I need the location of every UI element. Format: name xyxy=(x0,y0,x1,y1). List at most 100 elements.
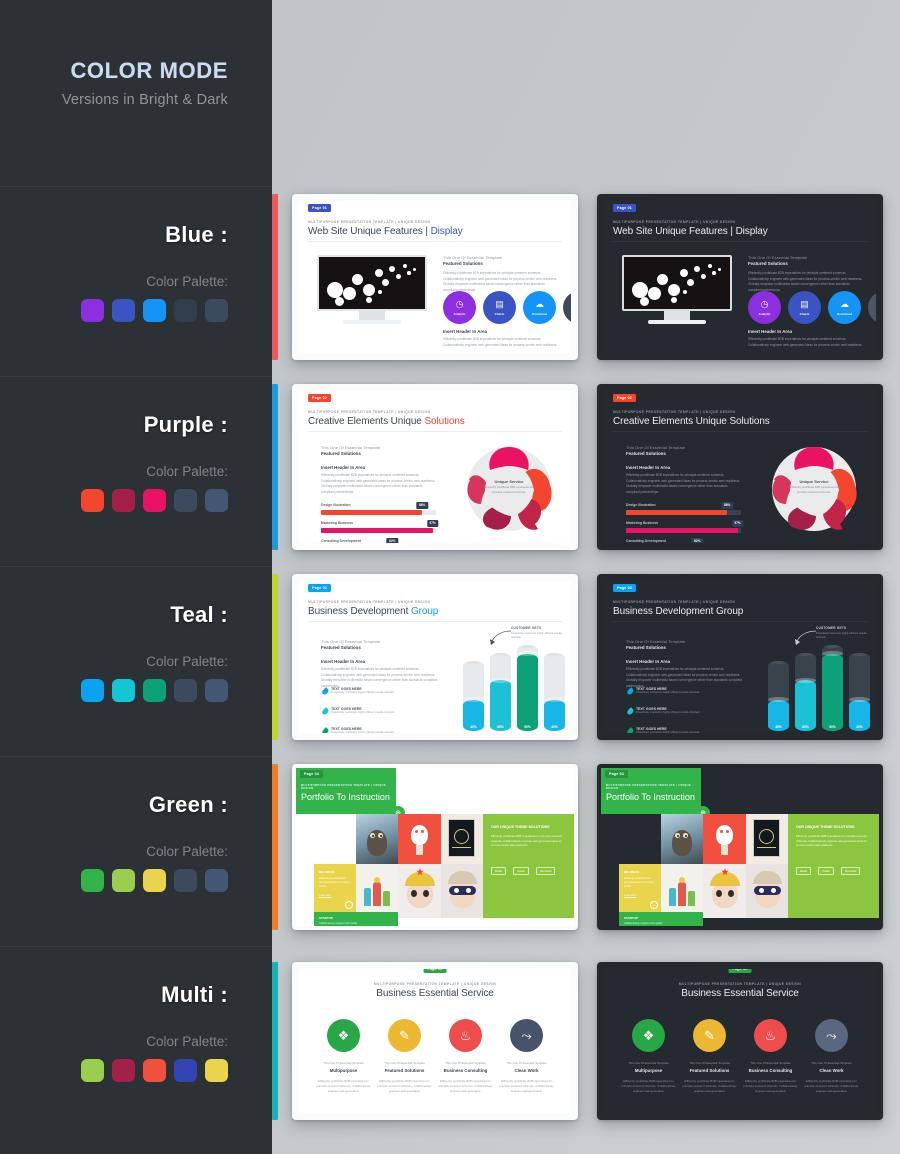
row-name: Multi : xyxy=(161,982,228,1007)
feature-circle-music[interactable]: ♫Music xyxy=(868,291,876,324)
slide-green-light[interactable]: Page 04 MULTIPURPOSE PRESENTATION TEMPLA… xyxy=(292,764,578,930)
feature-circle-analytic[interactable]: ◷ Analytic xyxy=(748,291,781,324)
swatch[interactable] xyxy=(81,1059,104,1082)
slide-blue-dark[interactable]: Page 01 MULTIPURPOSE PRESENTATION TEMPLA… xyxy=(597,194,883,360)
service-card-consulting[interactable]: ♨ This One Of Essential Template Busines… xyxy=(740,1019,801,1094)
yellow-tile: BIG IDEAS Efficiently pontificate web ge… xyxy=(619,864,661,912)
slide-copy: This One Of Essential Template Featured … xyxy=(626,445,741,495)
service-card-clean-work[interactable]: ⤳ This One Of Essential Template Clean W… xyxy=(801,1019,862,1094)
swatch[interactable] xyxy=(143,679,166,702)
petal-center: Unique Service Efficiently pontificate B… xyxy=(764,479,864,495)
swatch[interactable] xyxy=(81,299,104,322)
slide-copy: This One Of Essential Template Featured … xyxy=(321,445,436,495)
swatch[interactable] xyxy=(174,489,197,512)
feature-circle-analytic[interactable]: ◷ Analytic xyxy=(443,291,476,324)
swatch[interactable] xyxy=(81,869,104,892)
panel-button-create[interactable]: Create xyxy=(818,867,834,876)
slide-multi-light[interactable]: Page 05 MULTIPURPOSE PRESENTATION TEMPLA… xyxy=(292,962,578,1120)
swatch[interactable] xyxy=(205,489,228,512)
hero-title: Portfolio To Instruction xyxy=(606,792,695,802)
swatch[interactable] xyxy=(205,869,228,892)
slide-blue-light[interactable]: Page 01 MULTIPURPOSE PRESENTATION TEMPLA… xyxy=(292,194,578,360)
swatch[interactable] xyxy=(112,869,135,892)
arrow-circle-icon[interactable]: › xyxy=(345,901,353,909)
swatch[interactable] xyxy=(174,1059,197,1082)
service-card-multipurpose[interactable]: ❖ This One Of Essential Template Multipu… xyxy=(618,1019,679,1094)
lower-head: Insert Header In Area xyxy=(748,329,793,334)
cylinder-3: 90% xyxy=(822,639,843,731)
panel-button-model[interactable]: Model xyxy=(491,867,507,876)
photo-tile-owl xyxy=(661,814,703,864)
feature-circle-charts[interactable]: ▤ Charts xyxy=(788,291,821,324)
slide-purple-light[interactable]: Page 02 MULTIPURPOSE PRESENTATION TEMPLA… xyxy=(292,384,578,550)
panel-button-download[interactable]: Download xyxy=(840,867,861,876)
panel-button-model[interactable]: Model xyxy=(796,867,812,876)
divider xyxy=(0,946,272,947)
feature-circle-download[interactable]: ☁ Download xyxy=(828,291,861,324)
swatch[interactable] xyxy=(143,869,166,892)
feature-circle-download[interactable]: ☁ Download xyxy=(523,291,556,324)
cup-icon: ♨ xyxy=(449,1019,482,1052)
palette-swatches-teal xyxy=(81,679,228,702)
service-kicker: This One Of Essential Template xyxy=(628,1061,669,1065)
poster-canvas: COLOR MODE Versions in Bright & Dark Blu… xyxy=(0,0,900,1154)
cylinder-2: 65% xyxy=(490,639,511,731)
slide-teal-light[interactable]: Page 03 MULTIPURPOSE PRESENTATION TEMPLA… xyxy=(292,574,578,740)
swatch[interactable] xyxy=(143,1059,166,1082)
progress-label: Consulting Development xyxy=(321,539,361,543)
swatch[interactable] xyxy=(143,489,166,512)
palette-label: Color Palette: xyxy=(146,1034,228,1049)
progress-fill xyxy=(626,509,728,515)
rule xyxy=(308,621,562,622)
cylinder-value: 45% xyxy=(470,724,477,729)
kicker: This One Of Essential Template xyxy=(321,445,381,450)
panel-button-download[interactable]: Download xyxy=(535,867,556,876)
service-card-featured[interactable]: ✎ This One Of Essential Template Feature… xyxy=(679,1019,740,1094)
swatch[interactable] xyxy=(112,489,135,512)
cylinder-value: 65% xyxy=(802,724,809,729)
slide-badge: Page 04 xyxy=(300,770,323,778)
swatch[interactable] xyxy=(112,1059,135,1082)
slide-purple-dark[interactable]: Page 02 MULTIPURPOSE PRESENTATION TEMPLA… xyxy=(597,384,883,550)
yellow-link[interactable]: Learn More xyxy=(624,894,656,898)
edit-icon: ✎ xyxy=(388,1019,421,1052)
swatch[interactable] xyxy=(81,489,104,512)
swatch[interactable] xyxy=(205,1059,228,1082)
slide-eyebrow: MULTIPURPOSE PRESENTATION TEMPLATE | UNI… xyxy=(613,410,736,414)
slide-multi-dark[interactable]: Page 05 MULTIPURPOSE PRESENTATION TEMPLA… xyxy=(597,962,883,1120)
swatch[interactable] xyxy=(112,299,135,322)
progress-track: 97% xyxy=(626,519,744,533)
slide-green-dark[interactable]: Page 04 MULTIPURPOSE PRESENTATION TEMPLA… xyxy=(597,764,883,930)
service-kicker: This One Of Essential Template xyxy=(750,1061,791,1065)
swatch[interactable] xyxy=(174,869,197,892)
clock-icon: ◷ xyxy=(760,298,769,309)
slide-teal-dark[interactable]: Page 03 MULTIPURPOSE PRESENTATION TEMPLA… xyxy=(597,574,883,740)
swatch[interactable] xyxy=(112,679,135,702)
swatch[interactable] xyxy=(174,299,197,322)
swatch[interactable] xyxy=(143,299,166,322)
rule xyxy=(613,621,867,622)
service-card-featured[interactable]: ✎ This One Of Essential Template Feature… xyxy=(374,1019,435,1094)
petal-center: Unique Service Efficiently pontificate B… xyxy=(459,479,559,495)
layers-icon: ❖ xyxy=(327,1019,360,1052)
chart-icon: ▤ xyxy=(495,298,504,309)
service-card-consulting[interactable]: ♨ This One Of Essential Template Busines… xyxy=(435,1019,496,1094)
left-sidebar: COLOR MODE Versions in Bright & Dark Blu… xyxy=(0,0,272,1154)
panel-button-create[interactable]: Create xyxy=(513,867,529,876)
row-label-green: Green : Color Palette: xyxy=(81,792,228,892)
swatch[interactable] xyxy=(174,679,197,702)
swatch[interactable] xyxy=(205,679,228,702)
swatch[interactable] xyxy=(205,299,228,322)
photo-tile-toys xyxy=(356,864,398,918)
yellow-link[interactable]: Learn More xyxy=(319,894,351,898)
service-card-clean-work[interactable]: ⤳ This One Of Essential Template Clean W… xyxy=(496,1019,557,1094)
feature-circle-music[interactable]: ♫Music xyxy=(563,291,571,324)
swatch[interactable] xyxy=(81,679,104,702)
service-card-multipurpose[interactable]: ❖ This One Of Essential Template Multipu… xyxy=(313,1019,374,1094)
arrow-circle-icon[interactable]: › xyxy=(650,901,658,909)
feature-circle-charts[interactable]: ▤ Charts xyxy=(483,291,516,324)
monitor-screen xyxy=(317,255,427,311)
slide-copy: This One Of Essential Template Featured … xyxy=(443,255,559,293)
body-text: Efficiently pontificate B2B imperatives … xyxy=(626,473,741,494)
slide-badge: Page 01 xyxy=(308,204,331,212)
